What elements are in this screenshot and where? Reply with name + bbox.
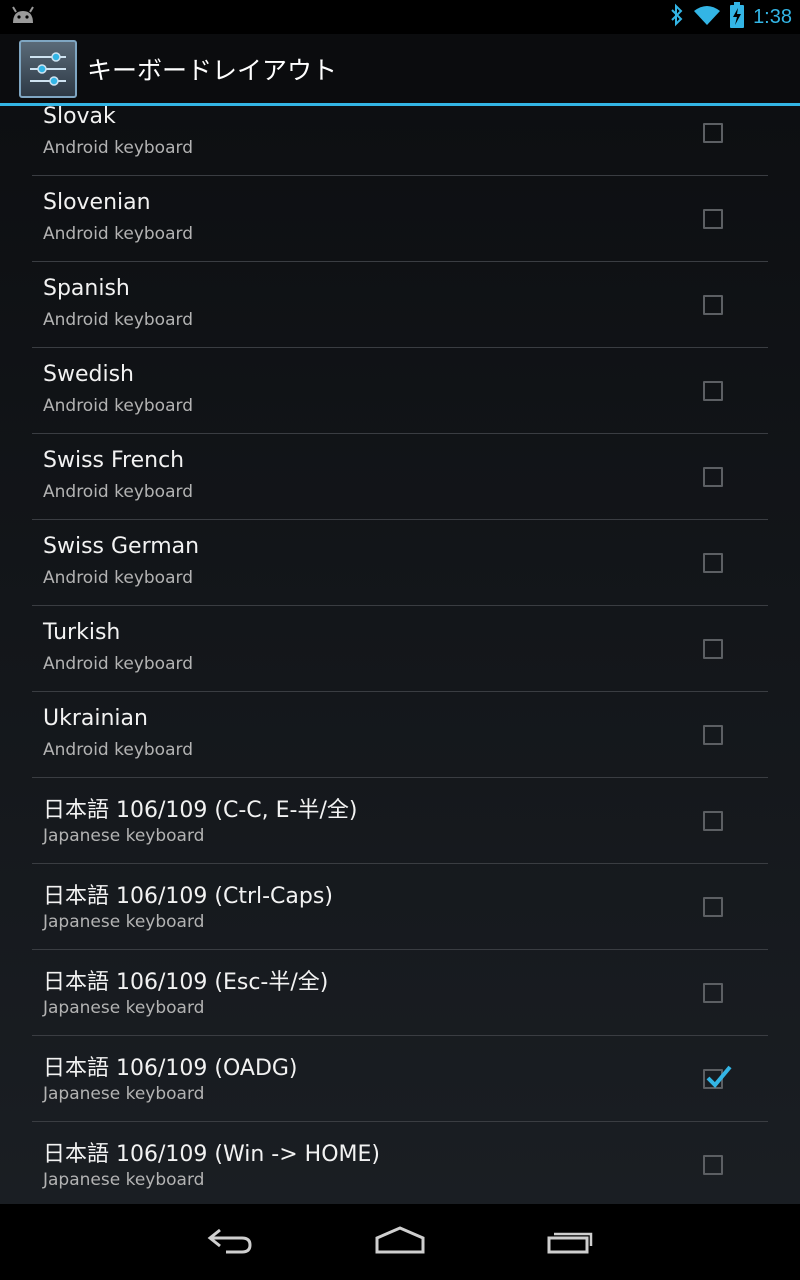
keyboard-layout-item[interactable]: 日本語 106/109 (OADG) Japanese keyboard bbox=[32, 1036, 768, 1122]
status-time: 1:38 bbox=[753, 5, 792, 28]
keyboard-layout-item[interactable]: Spanish Android keyboard bbox=[32, 262, 768, 348]
battery-charging-icon bbox=[729, 2, 745, 32]
keyboard-layout-source: Android keyboard bbox=[43, 740, 193, 760]
home-icon bbox=[374, 1226, 426, 1258]
page-title: キーボードレイアウト bbox=[87, 55, 338, 85]
keyboard-layout-name: Swiss German bbox=[43, 534, 200, 559]
keyboard-layout-checkbox[interactable] bbox=[703, 1065, 732, 1089]
keyboard-layout-list-inner: Slovak Android keyboard Slovenian Android k… bbox=[0, 106, 800, 1204]
settings-sliders-icon[interactable] bbox=[19, 39, 77, 98]
keyboard-layout-checkbox[interactable] bbox=[703, 897, 723, 917]
keyboard-layout-checkbox[interactable] bbox=[703, 295, 723, 315]
back-icon bbox=[206, 1226, 254, 1258]
keyboard-layout-item[interactable]: 日本語 106/109 (Win -> HOME) Japanese keyboa… bbox=[32, 1122, 768, 1204]
keyboard-layout-checkbox[interactable] bbox=[703, 209, 723, 229]
keyboard-layout-checkbox[interactable] bbox=[703, 123, 723, 143]
keyboard-layout-name: Slovenian bbox=[43, 190, 151, 215]
keyboard-layout-item[interactable]: Turkish Android keyboard bbox=[32, 606, 768, 692]
keyboard-layout-checkbox[interactable] bbox=[703, 1155, 723, 1175]
recent-apps-icon bbox=[546, 1226, 594, 1258]
keyboard-layout-item[interactable]: Ukrainian Android keyboard bbox=[32, 692, 768, 778]
keyboard-layout-source: Japanese keyboard bbox=[43, 998, 205, 1018]
keyboard-layout-name: 日本語 106/109 (C-C, E-半/全) bbox=[43, 798, 358, 823]
keyboard-layout-source: Japanese keyboard bbox=[43, 1084, 205, 1104]
keyboard-layout-name: Spanish bbox=[43, 276, 130, 301]
keyboard-layout-source: Japanese keyboard bbox=[43, 912, 205, 932]
keyboard-layout-item[interactable]: Swedish Android keyboard bbox=[32, 348, 768, 434]
keyboard-layout-checkbox[interactable] bbox=[703, 553, 723, 573]
keyboard-layout-source: Android keyboard bbox=[43, 138, 193, 158]
keyboard-layout-name: 日本語 106/109 (Ctrl-Caps) bbox=[43, 884, 333, 909]
keyboard-layout-item[interactable]: Swiss German Android keyboard bbox=[32, 520, 768, 606]
keyboard-layout-name: 日本語 106/109 (Win -> HOME) bbox=[43, 1142, 380, 1167]
keyboard-layout-list[interactable]: Slovak Android keyboard Slovenian Android k… bbox=[0, 106, 800, 1204]
navigation-bar bbox=[0, 1204, 800, 1280]
keyboard-layout-source: Android keyboard bbox=[43, 396, 193, 416]
keyboard-layout-checkbox[interactable] bbox=[703, 467, 723, 487]
keyboard-layout-name: Swedish bbox=[43, 362, 134, 387]
keyboard-layout-name: Ukrainian bbox=[43, 706, 148, 731]
keyboard-layout-name: Slovak bbox=[43, 106, 116, 129]
keyboard-layout-checkbox[interactable] bbox=[703, 725, 723, 745]
keyboard-layout-item[interactable]: Slovak Android keyboard bbox=[32, 106, 768, 176]
android-icon bbox=[10, 5, 36, 29]
keyboard-layout-item[interactable]: 日本語 106/109 (C-C, E-半/全) Japanese keyboar… bbox=[32, 778, 768, 864]
recent-apps-button[interactable] bbox=[485, 1204, 655, 1280]
keyboard-layout-name: 日本語 106/109 (OADG) bbox=[43, 1056, 298, 1081]
keyboard-layout-source: Japanese keyboard bbox=[43, 826, 205, 846]
keyboard-layout-source: Android keyboard bbox=[43, 224, 193, 244]
keyboard-layout-name: Turkish bbox=[43, 620, 121, 645]
keyboard-layout-name: Swiss French bbox=[43, 448, 185, 473]
keyboard-layout-source: Android keyboard bbox=[43, 654, 193, 674]
keyboard-layout-source: Android keyboard bbox=[43, 310, 193, 330]
wifi-icon bbox=[693, 4, 721, 30]
keyboard-layout-source: Android keyboard bbox=[43, 482, 193, 502]
keyboard-layout-checkbox[interactable] bbox=[703, 639, 723, 659]
keyboard-layout-source: Android keyboard bbox=[43, 568, 193, 588]
status-bar: 1:38 bbox=[0, 0, 800, 34]
action-bar: キーボードレイアウト bbox=[0, 34, 800, 106]
keyboard-layout-item[interactable]: Slovenian Android keyboard bbox=[32, 176, 768, 262]
back-button[interactable] bbox=[145, 1204, 315, 1280]
keyboard-layout-name: 日本語 106/109 (Esc-半/全) bbox=[43, 970, 329, 995]
keyboard-layout-checkbox[interactable] bbox=[703, 983, 723, 1003]
keyboard-layout-item[interactable]: 日本語 106/109 (Ctrl-Caps) Japanese keyboard bbox=[32, 864, 768, 950]
keyboard-layout-checkbox[interactable] bbox=[703, 381, 723, 401]
keyboard-layout-item[interactable]: Swiss French Android keyboard bbox=[32, 434, 768, 520]
checkmark-icon bbox=[706, 1065, 732, 1088]
home-button[interactable] bbox=[315, 1204, 485, 1280]
keyboard-layout-item[interactable]: 日本語 106/109 (Esc-半/全) Japanese keyboard bbox=[32, 950, 768, 1036]
keyboard-layout-checkbox[interactable] bbox=[703, 811, 723, 831]
keyboard-layout-source: Japanese keyboard bbox=[43, 1170, 205, 1190]
bluetooth-icon bbox=[669, 3, 685, 31]
